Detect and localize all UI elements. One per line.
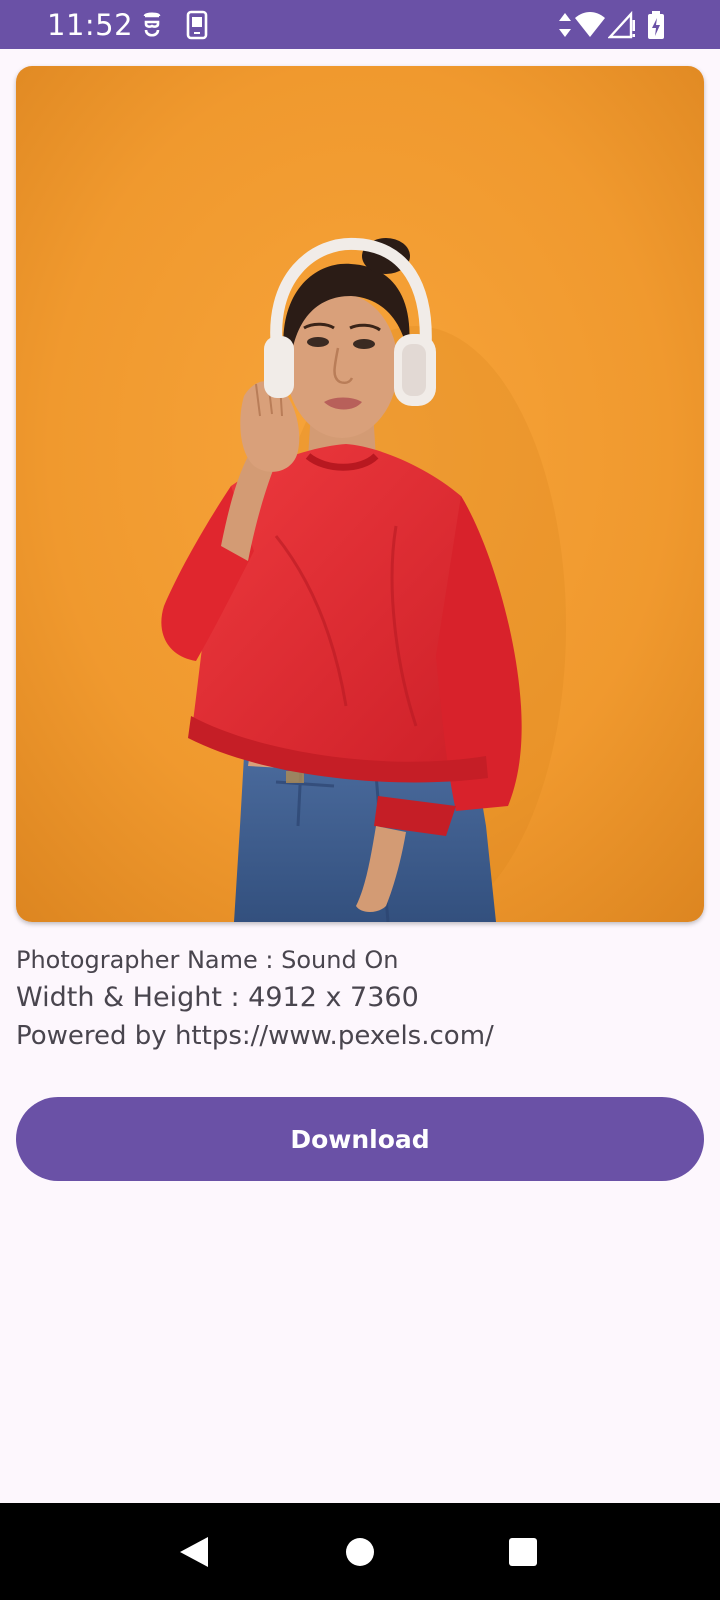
back-button[interactable] [134, 1503, 254, 1600]
recents-icon [509, 1537, 537, 1566]
status-bar: 11:52 [0, 0, 720, 49]
data-arrows-icon [559, 13, 571, 37]
status-time: 11:52 [47, 8, 134, 42]
home-icon [346, 1537, 374, 1566]
data-saver-icon [143, 12, 161, 37]
powered-by-text: Powered by https://www.pexels.com/ [16, 1021, 494, 1051]
photo-detail-screen: 11:52 Photographer Name: Sound On Width… [0, 0, 720, 1600]
download-button[interactable]: Download [16, 1097, 704, 1181]
back-icon [180, 1536, 208, 1567]
sim-card-icon [186, 10, 208, 40]
home-button[interactable] [300, 1503, 420, 1600]
photo-image[interactable] [16, 66, 704, 922]
photographer-name-text: Photographer Name : Sound On [16, 946, 399, 974]
image-dimensions-text: Width & Height : 4912 x 7360 [16, 982, 419, 1013]
recents-button[interactable] [463, 1503, 583, 1600]
wifi-icon [575, 12, 605, 37]
photo-illustration [16, 66, 704, 922]
battery-charging-icon [648, 11, 664, 39]
cellular-signal-icon [608, 10, 635, 39]
system-navigation-bar [0, 1503, 720, 1600]
